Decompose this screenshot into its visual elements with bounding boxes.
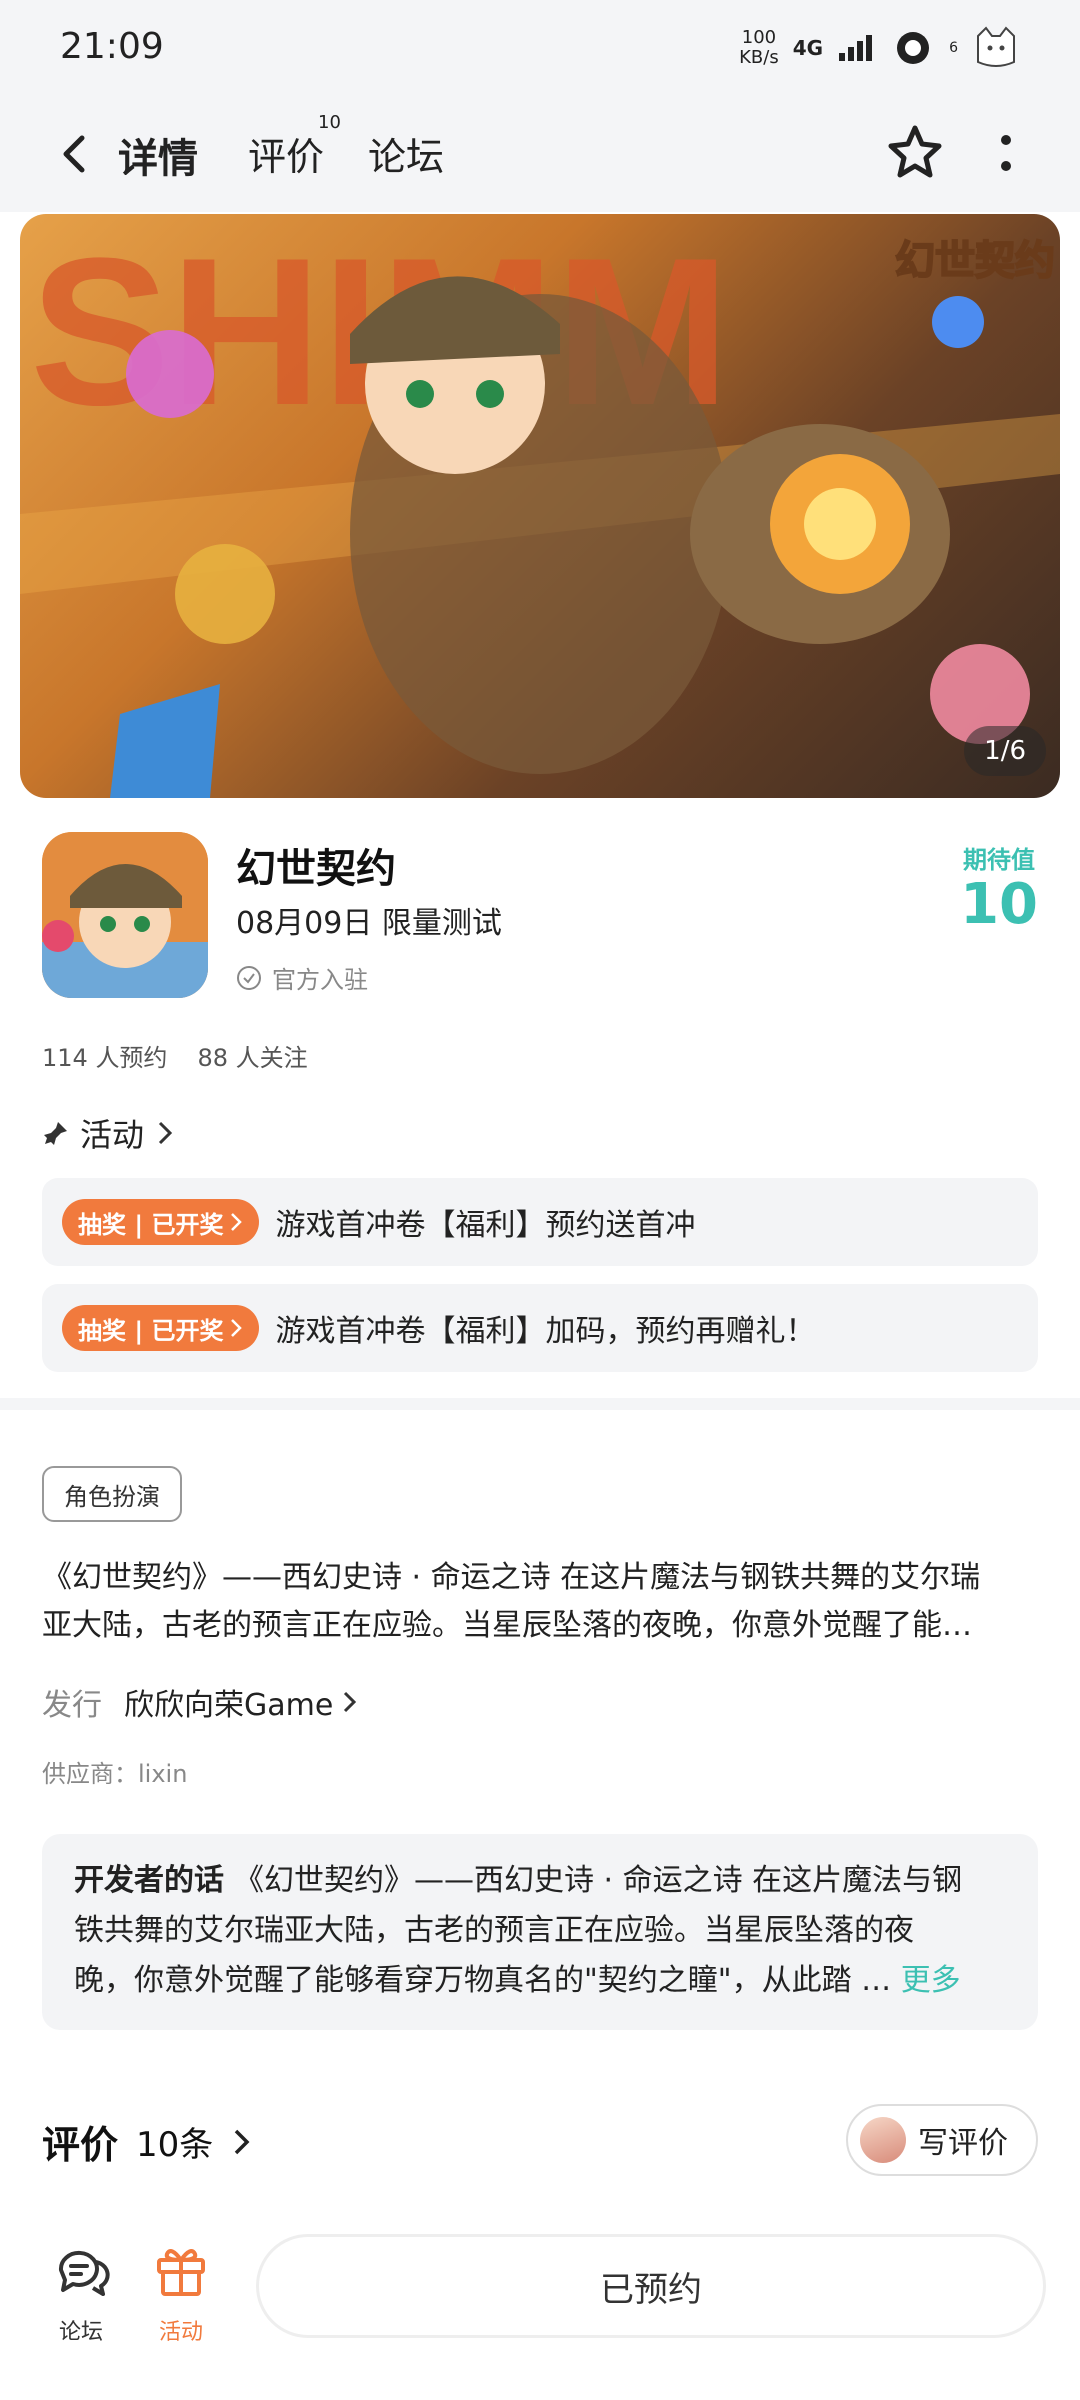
banner-carousel[interactable]: SHIMM 幻世契约 1/6 xyxy=(20,214,1060,798)
developer-note[interactable]: 开发者的话 《幻世契约》——西幻史诗 · 命运之诗 在这片魔法与钢 铁共舞的艾尔瑞… xyxy=(42,1834,1038,2030)
more-options-icon[interactable] xyxy=(990,126,1022,182)
reviews-title: 评价 xyxy=(42,2123,119,2167)
expectation-score: 期待值 10 xyxy=(960,840,1038,935)
network-type: 4G xyxy=(792,36,824,60)
more-link[interactable]: 更多 xyxy=(901,1963,961,1998)
net-speed-value: 100 xyxy=(741,27,777,48)
net-speed: 100 KB/s xyxy=(739,28,779,68)
activity-item-text: 游戏首冲卷【福利】预约送首冲 xyxy=(275,1208,696,1243)
developer-note-line: 铁共舞的艾尔瑞亚大陆，古老的预言正在应验。当星辰坠落的夜 xyxy=(74,1913,914,1948)
chevron-right-icon xyxy=(235,2129,250,2154)
description-line: 亚大陆，古老的预言正在应验。当星辰坠落的夜晚，你意外觉醒了能… xyxy=(42,1608,972,1643)
genre-tag[interactable]: 角色扮演 xyxy=(42,1466,182,1522)
sim-index: 6 xyxy=(949,40,958,56)
description-line: 《幻世契约》——西幻史诗 · 命运之诗 在这片魔法与钢铁共舞的艾尔瑞 xyxy=(42,1560,981,1595)
tab-forum-label: 论坛 xyxy=(368,135,445,179)
follower-count: 88 人关注 xyxy=(197,1044,308,1072)
lottery-badge-label: 抽奖 | 已开奖 xyxy=(78,1210,224,1239)
gift-icon xyxy=(157,2249,205,2296)
official-badge: 官方入驻 xyxy=(236,960,368,995)
chevron-right-icon xyxy=(344,1691,357,1713)
section-divider xyxy=(0,1398,1080,1410)
game-icon xyxy=(42,832,208,998)
activity-item[interactable]: 抽奖 | 已开奖 游戏首冲卷【福利】加码，预约再赠礼！ xyxy=(42,1284,1038,1372)
net-speed-unit: KB/s xyxy=(739,47,779,68)
developer-note-line: 晚，你意外觉醒了能够看穿万物真名的"契约之瞳"，从此踏 … xyxy=(74,1963,892,1998)
game-description[interactable]: 《幻世契约》——西幻史诗 · 命运之诗 在这片魔法与钢铁共舞的艾尔瑞 亚大陆，古… xyxy=(42,1554,1038,1650)
status-icons: 100 KB/s 4G 6 xyxy=(739,26,1020,70)
activity-header-label: 活动 xyxy=(80,1116,145,1154)
banner-logo-text: 幻世契约 xyxy=(895,239,1055,283)
tab-detail[interactable]: 详情 xyxy=(118,126,198,184)
chat-bubble-icon xyxy=(58,2250,110,2296)
reservation-count: 114 人预约 xyxy=(42,1044,168,1072)
bottom-tab-activity-label: 活动 xyxy=(158,2320,203,2345)
supplier: 供应商：lixin xyxy=(42,1760,188,1788)
back-icon[interactable] xyxy=(46,124,106,184)
publisher-label: 发行 xyxy=(42,1688,102,1723)
lottery-badge: 抽奖 | 已开奖 xyxy=(62,1199,260,1245)
favorite-star-icon[interactable] xyxy=(882,120,948,186)
status-time: 21:09 xyxy=(60,26,164,67)
chevron-right-icon xyxy=(231,1213,243,1231)
cat-app-icon xyxy=(977,26,1015,67)
banner-artwork: SHIMM 幻世契约 xyxy=(20,214,1060,798)
chevron-right-icon xyxy=(158,1121,173,1145)
bottom-tab-activity[interactable]: 活动 xyxy=(136,2240,226,2346)
tab-forum[interactable]: 论坛 xyxy=(368,126,444,181)
chevron-right-icon xyxy=(231,1319,243,1337)
activity-item[interactable]: 抽奖 | 已开奖 游戏首冲卷【福利】预约送首冲 xyxy=(42,1178,1038,1266)
activity-header[interactable]: 活动 xyxy=(42,1110,176,1156)
signal-icon xyxy=(839,35,873,61)
write-review-button[interactable]: 写评价 xyxy=(846,2104,1038,2176)
game-name: 幻世契约 xyxy=(236,846,396,892)
expect-label: 期待值 xyxy=(963,846,1036,874)
lottery-badge-label: 抽奖 | 已开奖 xyxy=(78,1316,224,1345)
app-notification-icon xyxy=(897,32,930,64)
developer-note-label: 开发者的话 xyxy=(74,1863,224,1898)
check-circle-icon xyxy=(237,965,261,990)
game-icon-art xyxy=(42,832,208,998)
reserved-button[interactable]: 已预约 xyxy=(256,2234,1046,2338)
developer-note-line: 《幻世契约》——西幻史诗 · 命运之诗 在这片魔法与钢 xyxy=(234,1863,963,1898)
tab-review[interactable]: 评价 10 xyxy=(248,112,341,181)
game-stats: 114 人预约 88 人关注 xyxy=(42,1038,308,1073)
status-bar: 21:09 100 KB/s 4G 6 xyxy=(0,0,1080,96)
lottery-badge: 抽奖 | 已开奖 xyxy=(62,1305,260,1351)
top-nav: 详情 评价 10 论坛 xyxy=(0,96,1080,212)
write-review-label: 写评价 xyxy=(918,2126,1008,2161)
avatar xyxy=(860,2117,906,2163)
publisher-name: 欣欣向荣Game xyxy=(124,1688,334,1723)
tab-detail-label: 详情 xyxy=(118,136,198,182)
tab-review-label: 评价 xyxy=(248,135,325,179)
reviews-count: 10条 xyxy=(136,2125,214,2165)
official-label: 官方入驻 xyxy=(272,966,368,994)
reviews-header[interactable]: 评价 10条 xyxy=(42,2114,253,2169)
activity-item-text: 游戏首冲卷【福利】加码，预约再赠礼！ xyxy=(275,1314,816,1349)
page-indicator: 1/6 xyxy=(964,726,1046,776)
publisher-row[interactable]: 发行 欣欣向荣Game xyxy=(42,1680,359,1724)
reserved-button-label: 已预约 xyxy=(600,2269,702,2310)
expect-value: 10 xyxy=(960,872,1038,937)
bottom-tab-forum-label: 论坛 xyxy=(58,2320,103,2345)
bottom-bar: 论坛 活动 已预约 xyxy=(0,2210,1080,2400)
pin-icon xyxy=(44,1122,67,1145)
bottom-tab-forum[interactable]: 论坛 xyxy=(36,2240,126,2346)
game-release-date: 08月09日 限量测试 xyxy=(236,906,502,941)
tab-review-badge: 10 xyxy=(318,112,341,133)
